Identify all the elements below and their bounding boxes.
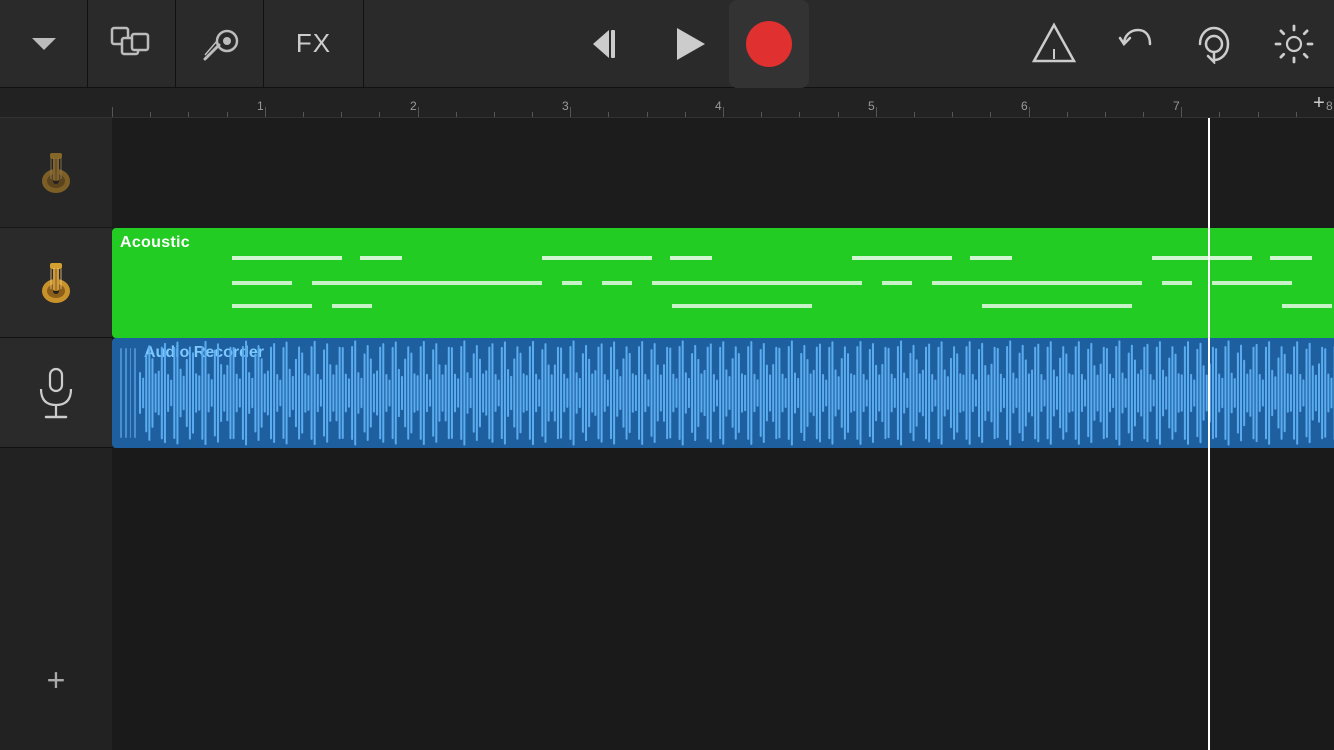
track-header-audio-recorder[interactable] (0, 338, 112, 448)
track-lane-acoustic: Acoustic (112, 228, 1334, 338)
tuner-button[interactable] (1014, 0, 1094, 88)
record-button[interactable] (729, 0, 809, 88)
acoustic-clip[interactable]: Acoustic (112, 228, 1334, 338)
rewind-button[interactable] (569, 0, 649, 88)
ruler-offset (0, 88, 112, 117)
track-header-acoustic-muted[interactable] (0, 118, 112, 228)
track-lane-audio-recorder: Audio Recorder (112, 338, 1334, 448)
ruler-marks: 12345678 (112, 88, 1334, 117)
tracks-button[interactable] (88, 0, 176, 88)
track-headers: + (0, 118, 112, 750)
dropdown-button[interactable] (0, 0, 88, 88)
track-header-acoustic[interactable] (0, 228, 112, 338)
guitar-icon-2 (26, 253, 86, 313)
fx-label: FX (296, 28, 331, 59)
acoustic-waveform (112, 228, 1334, 338)
microphone-icon (31, 365, 81, 421)
fx-button[interactable]: FX (264, 0, 364, 88)
playhead (1208, 118, 1210, 750)
track-content: Acoustic (112, 118, 1334, 750)
audio-recorder-clip[interactable]: Audio Recorder (112, 338, 1334, 448)
add-section-button[interactable]: + (1304, 88, 1334, 118)
undo-button[interactable] (1094, 0, 1174, 88)
transport-controls (364, 0, 1014, 88)
instrument-button[interactable] (176, 0, 264, 88)
main-area: + Acoustic (0, 118, 1334, 750)
add-track-button[interactable]: + (0, 650, 112, 710)
toolbar: FX (0, 0, 1334, 88)
loop-button[interactable] (1174, 0, 1254, 88)
track-lane-muted (112, 118, 1334, 228)
guitar-icon (26, 143, 86, 203)
record-circle (746, 21, 792, 67)
audio-recorder-waveform (112, 338, 1334, 448)
play-button[interactable] (649, 0, 729, 88)
ruler: 12345678 + (0, 88, 1334, 118)
toolbar-right (1014, 0, 1334, 88)
settings-button[interactable] (1254, 0, 1334, 88)
